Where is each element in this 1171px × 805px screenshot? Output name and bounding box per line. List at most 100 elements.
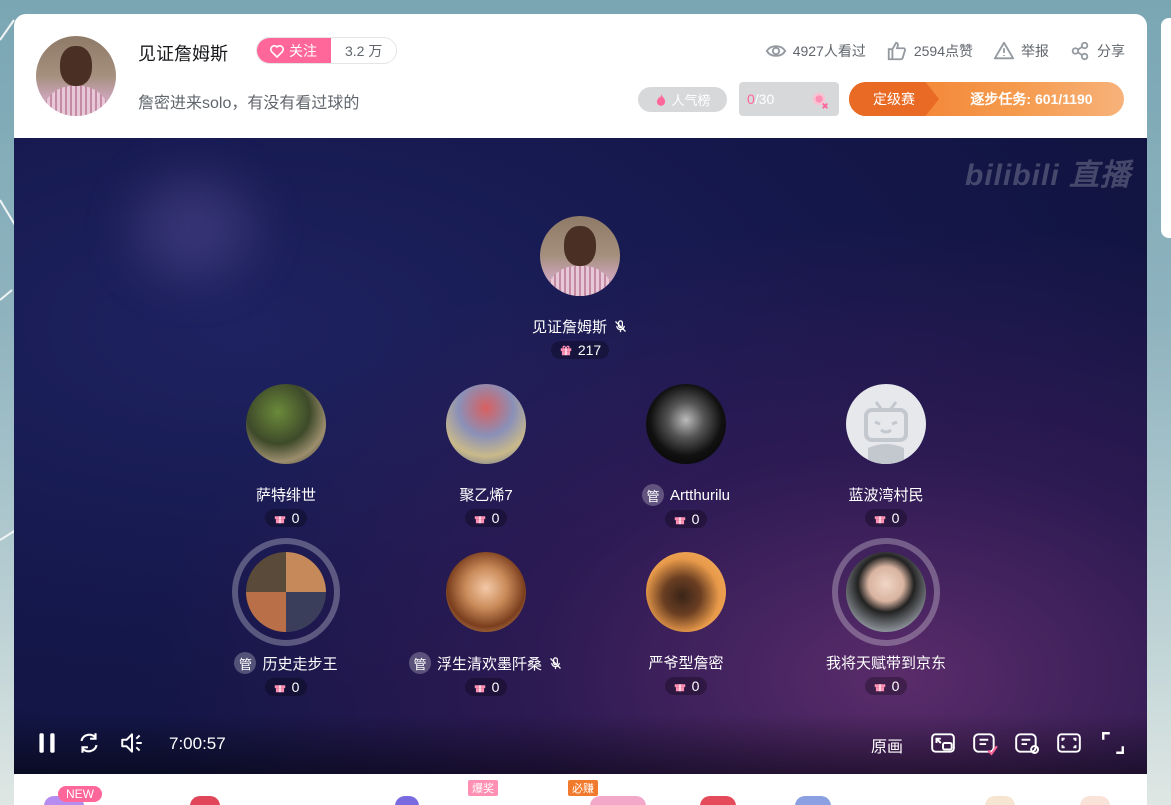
seat-avatar bbox=[646, 552, 726, 632]
picture-in-picture-icon bbox=[931, 733, 955, 753]
seat-gift-count: 0 bbox=[864, 677, 908, 695]
live-video-player[interactable]: bilibili 直播 见证詹姆斯 217 萨特绯世 0 聚乙烯7 0 管 Ar… bbox=[14, 138, 1147, 774]
rank-match-task: 逐步任务: 601/1190 bbox=[970, 91, 1093, 107]
follow-label: 关注 bbox=[289, 42, 317, 59]
gift-icon bbox=[674, 684, 685, 692]
seat-8[interactable]: 我将天赋带到京东 0 bbox=[786, 538, 986, 698]
popularity-rank-button[interactable]: 人气榜 bbox=[638, 87, 727, 112]
bilibili-watermark: bilibili 直播 bbox=[965, 159, 1131, 192]
seat-avatar bbox=[246, 384, 326, 464]
seat-name: Artthurilu bbox=[669, 486, 731, 504]
gift-icon bbox=[274, 685, 285, 693]
web-fullscreen-icon bbox=[1057, 733, 1081, 753]
host-seat[interactable]: 见证詹姆斯 217 bbox=[480, 216, 680, 362]
seat-gift-count: 0 bbox=[664, 677, 708, 695]
gift-icon bbox=[674, 517, 685, 525]
mic-muted-icon bbox=[615, 320, 626, 333]
room-title: 詹密进来solo，有没有看过球的 bbox=[138, 95, 360, 112]
room-header: 见证詹姆斯 关注 3.2 万 詹密进来solo，有没有看过球的 4927人看过 … bbox=[14, 14, 1147, 138]
pause-icon bbox=[39, 733, 55, 753]
flame-icon bbox=[657, 93, 666, 106]
gift-icon bbox=[874, 684, 885, 692]
follower-count: 3.2 万 bbox=[345, 42, 383, 59]
room-stats: 4927人看过 2594点赞 举报 分享 bbox=[765, 40, 1125, 62]
seat-avatar bbox=[646, 384, 726, 464]
admin-badge: 管 bbox=[641, 484, 664, 506]
player-controls: 7:00:57 原画 bbox=[14, 714, 1147, 774]
seat-avatar bbox=[446, 384, 526, 464]
speaker-icon bbox=[121, 733, 142, 753]
host-name: 见证詹姆斯 bbox=[531, 319, 607, 336]
gift-icon bbox=[274, 516, 285, 524]
host-avatar bbox=[540, 216, 620, 296]
seat-3[interactable]: 管 Artthurilu 0 bbox=[586, 384, 786, 531]
gift-icon bbox=[874, 516, 885, 524]
seat-gift-count: 0 bbox=[864, 509, 908, 527]
seat-gift-count: 0 bbox=[664, 510, 708, 528]
share-button[interactable]: 分享 bbox=[1069, 40, 1125, 62]
refresh-icon bbox=[80, 733, 98, 753]
danmaku-settings-icon bbox=[1015, 733, 1040, 754]
fullscreen-button[interactable] bbox=[1100, 730, 1126, 756]
seat-7[interactable]: 严爷型詹密 0 bbox=[586, 552, 786, 698]
anchor-avatar[interactable] bbox=[36, 36, 116, 116]
follow-group: 关注 3.2 万 bbox=[256, 37, 398, 64]
refresh-button[interactable] bbox=[76, 730, 102, 756]
eye-icon bbox=[765, 45, 786, 57]
seat-name: 历史走步王 bbox=[262, 655, 338, 673]
live-duration: 7:00:57 bbox=[169, 734, 226, 753]
seat-1[interactable]: 萨特绯世 0 bbox=[186, 384, 386, 530]
volume-button[interactable] bbox=[119, 730, 145, 756]
toolbar-item-icon[interactable] bbox=[795, 796, 831, 805]
seat-gift-count: 0 bbox=[264, 509, 308, 527]
like-button[interactable]: 2594点赞 bbox=[886, 40, 973, 62]
toolbar-item-icon[interactable] bbox=[590, 796, 646, 805]
gift-icon bbox=[474, 516, 485, 524]
pip-button[interactable] bbox=[930, 730, 956, 756]
danmaku-toggle[interactable] bbox=[972, 730, 998, 756]
thumbs-up-icon bbox=[887, 41, 906, 61]
seat-2[interactable]: 聚乙烯7 0 bbox=[386, 384, 586, 530]
warning-icon bbox=[993, 41, 1015, 60]
bilibili-tv-icon bbox=[864, 401, 908, 464]
anchor-name[interactable]: 见证詹姆斯 bbox=[138, 40, 228, 66]
seat-avatar bbox=[846, 552, 926, 632]
danmaku-settings[interactable] bbox=[1014, 730, 1040, 756]
toolbar-item-icon[interactable] bbox=[1080, 796, 1110, 805]
host-gift-count: 217 bbox=[550, 341, 610, 359]
seat-name: 萨特绯世 bbox=[255, 487, 316, 504]
seat-5[interactable]: 管 历史走步王 0 bbox=[186, 538, 386, 699]
toolbar-item-icon[interactable] bbox=[700, 796, 736, 805]
share-icon bbox=[1071, 41, 1089, 61]
fullscreen-icon bbox=[1102, 732, 1124, 754]
seat-name: 聚乙烯7 bbox=[459, 487, 513, 504]
quality-selector[interactable]: 原画 bbox=[871, 733, 903, 757]
seat-name: 蓝波湾村民 bbox=[848, 487, 924, 504]
promo-tag: 必赚 bbox=[568, 780, 598, 796]
pause-button[interactable] bbox=[34, 730, 60, 756]
toolbar-item-icon[interactable] bbox=[190, 796, 220, 805]
promo-tag: 爆奖 bbox=[468, 780, 498, 796]
seat-6[interactable]: 管 浮生清欢墨阡桑 0 bbox=[386, 552, 586, 699]
seat-gift-count: 0 bbox=[264, 678, 308, 696]
ranking-match-banner[interactable]: 定级赛 逐步任务: 601/1190 bbox=[849, 82, 1124, 116]
seat-name: 浮生清欢墨阡桑 bbox=[436, 655, 542, 673]
seat-avatar bbox=[246, 552, 326, 632]
follow-button[interactable]: 关注 bbox=[257, 38, 331, 63]
admin-badge: 管 bbox=[408, 652, 431, 674]
side-panel bbox=[1161, 18, 1171, 238]
new-tag: NEW bbox=[58, 786, 102, 802]
gift-icon bbox=[560, 345, 572, 356]
report-button[interactable]: 举报 bbox=[993, 40, 1049, 62]
danmaku-icon bbox=[973, 733, 998, 756]
guard-counter[interactable]: 0 /30 bbox=[739, 82, 839, 116]
web-fullscreen-button[interactable] bbox=[1056, 730, 1082, 756]
gift-box-icon bbox=[812, 92, 828, 109]
admin-badge: 管 bbox=[234, 652, 257, 674]
heart-icon bbox=[270, 44, 284, 58]
toolbar-item-icon[interactable] bbox=[395, 796, 419, 805]
default-avatar bbox=[846, 384, 926, 464]
seat-gift-count: 0 bbox=[464, 678, 508, 696]
seat-4[interactable]: 蓝波湾村民 0 bbox=[786, 384, 986, 530]
toolbar-item-icon[interactable] bbox=[985, 796, 1015, 805]
